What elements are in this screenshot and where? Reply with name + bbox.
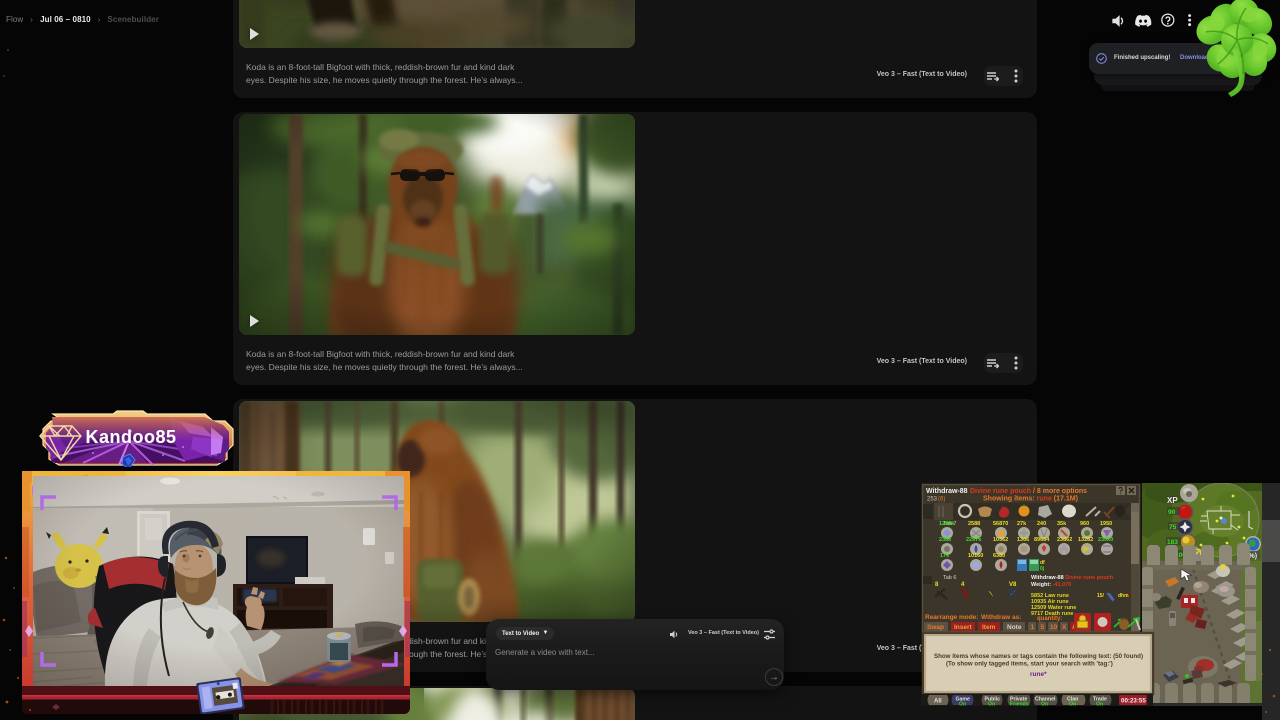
svg-text:90: 90 <box>1168 509 1176 516</box>
svg-text:XP: XP <box>1167 496 1178 505</box>
svg-text:rune*: rune* <box>1030 671 1047 678</box>
svg-text:238k: 238k <box>939 537 952 543</box>
svg-text:6380: 6380 <box>993 553 1005 559</box>
svg-text:Show items whose names or tags: Show items whose names or tags contain t… <box>934 653 1143 660</box>
svg-text:960: 960 <box>1080 521 1089 527</box>
svg-text:Withdraw as:: Withdraw as: <box>981 614 1021 621</box>
svg-text:0j: 0j <box>1040 566 1045 572</box>
svg-text:183: 183 <box>1167 539 1178 546</box>
svg-text:253: 253 <box>927 497 938 503</box>
svg-text:5: 5 <box>1041 624 1045 631</box>
svg-text:35k: 35k <box>1057 521 1067 527</box>
svg-text:27k: 27k <box>1017 521 1027 527</box>
svg-text:dhm: dhm <box>1118 593 1129 599</box>
svg-text:1286k: 1286k <box>939 521 955 527</box>
svg-text:Friends: Friends <box>1010 702 1029 708</box>
svg-text:/ 8 more options: / 8 more options <box>1033 488 1087 495</box>
svg-text:Withdraw-88: Withdraw-88 <box>926 488 968 495</box>
svg-text:Showing items: rune (17.1M): Showing items: rune (17.1M) <box>983 496 1078 503</box>
svg-text:230k0: 230k0 <box>1098 537 1113 543</box>
svg-text:Kandoo85: Kandoo85 <box>85 427 176 447</box>
svg-text:75: 75 <box>1169 524 1177 531</box>
svg-text:15/: 15/ <box>1097 593 1105 599</box>
svg-text:1: 1 <box>1031 624 1035 631</box>
svg-text:quantity:: quantity: <box>1037 616 1062 622</box>
svg-text:On: On <box>1041 702 1048 708</box>
svg-text:10: 10 <box>1050 624 1058 631</box>
svg-text:2297k: 2297k <box>966 537 982 543</box>
svg-text:All: All <box>934 699 942 705</box>
svg-text:2588: 2588 <box>968 521 980 527</box>
svg-text:(To show only tagged items, st: (To show only tagged items, start your s… <box>946 661 1113 668</box>
svg-text:240: 240 <box>1037 521 1046 527</box>
svg-text:Weight: -41.070: Weight: -41.070 <box>1031 582 1071 588</box>
svg-text:(6): (6) <box>938 497 945 503</box>
svg-text:On: On <box>988 702 995 708</box>
svg-text:Item: Item <box>982 624 996 631</box>
svg-text:89684: 89684 <box>1034 537 1050 543</box>
svg-text:10160: 10160 <box>968 553 983 559</box>
svg-text:00:23:55: 00:23:55 <box>1121 698 1146 705</box>
svg-text:Tab 6: Tab 6 <box>943 575 956 581</box>
svg-text:Divine rune pouch: Divine rune pouch <box>970 488 1031 495</box>
svg-text:Swap: Swap <box>927 624 944 631</box>
svg-text:1306: 1306 <box>1017 537 1029 543</box>
svg-text:X: X <box>1062 624 1067 631</box>
svg-text:Insert: Insert <box>954 624 973 631</box>
svg-text:On: On <box>1096 702 1103 708</box>
svg-text:23862: 23862 <box>1057 537 1072 543</box>
svg-text:V8: V8 <box>1009 582 1017 588</box>
svg-text:10362: 10362 <box>993 537 1008 543</box>
svg-text:Withdraw-88 Divine rune pouch: Withdraw-88 Divine rune pouch <box>1031 575 1114 581</box>
svg-text:Rearrange mode:: Rearrange mode: <box>925 614 978 621</box>
svg-text:1950: 1950 <box>1100 521 1112 527</box>
svg-text:13282: 13282 <box>1078 537 1093 543</box>
svg-text:Note: Note <box>1007 624 1022 631</box>
svg-text:On: On <box>959 702 966 708</box>
svg-text:17k: 17k <box>940 553 950 559</box>
svg-text:56870: 56870 <box>993 521 1008 527</box>
svg-text:On: On <box>1069 702 1076 708</box>
